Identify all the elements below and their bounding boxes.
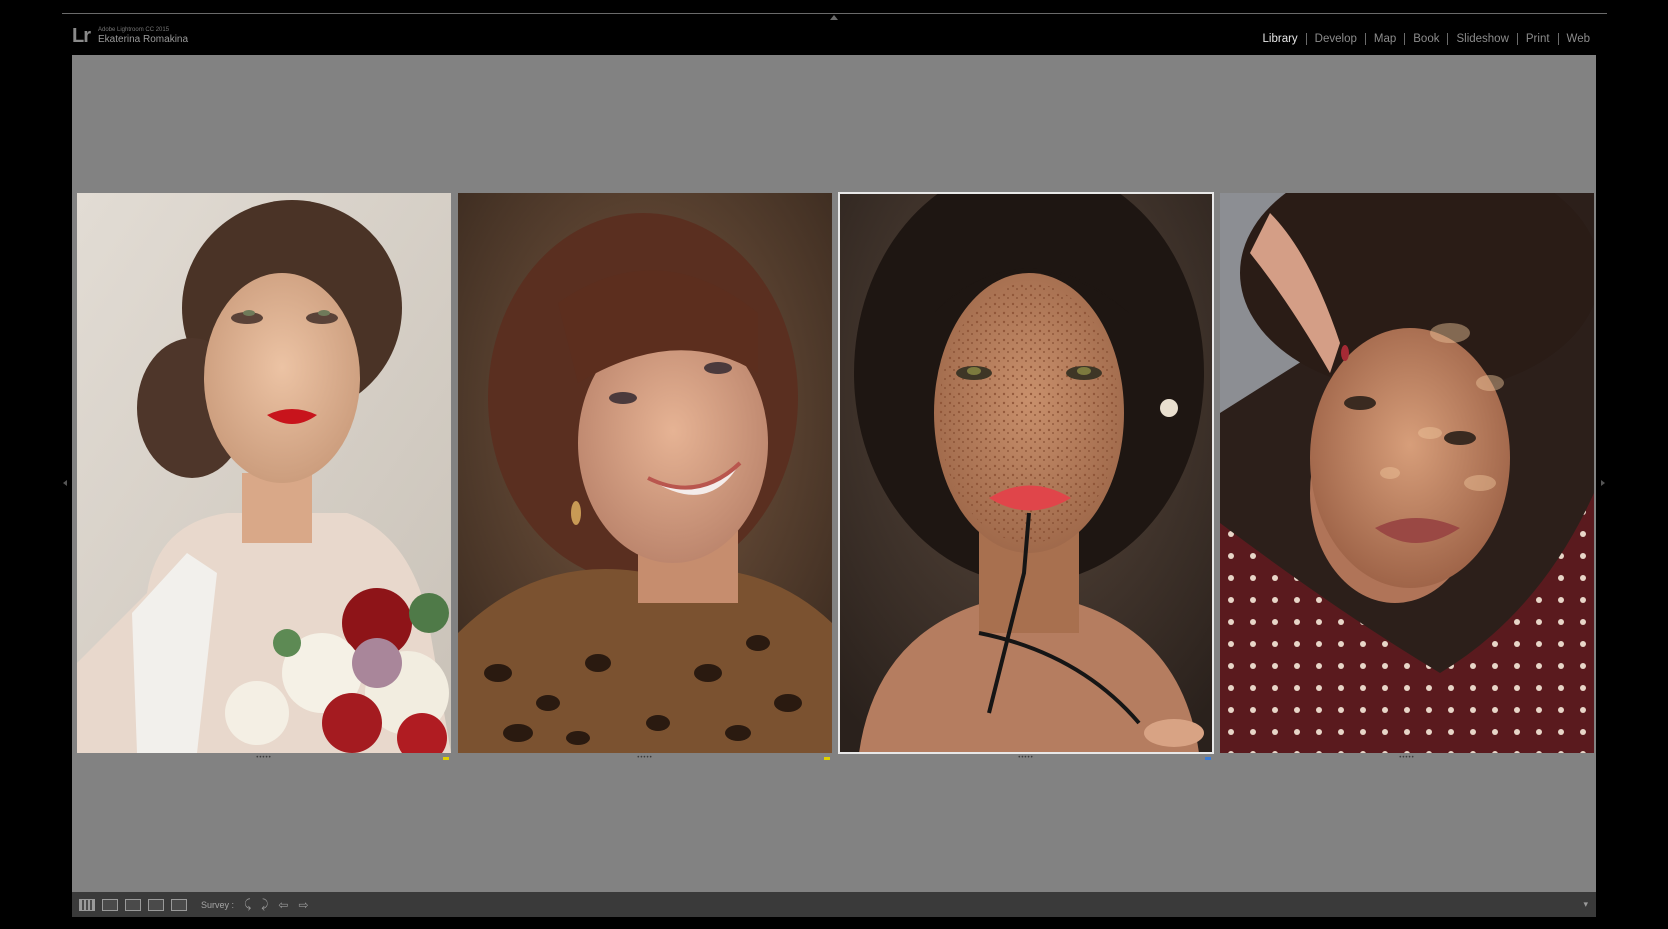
grid-view-icon[interactable] xyxy=(79,898,95,911)
right-panel-toggle-icon[interactable] xyxy=(1601,480,1605,486)
survey-grid: ••••• ••••• ••••• ••••• xyxy=(77,192,1594,818)
top-panel-toggle-icon[interactable] xyxy=(830,15,838,20)
previous-arrow-icon[interactable]: ⇦ xyxy=(278,898,288,912)
module-develop[interactable]: Develop xyxy=(1307,33,1365,45)
bottom-toolbar: Survey : ⤹ ⤸ ⇦ ⇨ ▾ xyxy=(72,892,1596,917)
survey-cell-3[interactable]: ••••• xyxy=(838,192,1214,818)
module-library[interactable]: Library xyxy=(1255,33,1306,45)
photo-bride-with-bouquet[interactable] xyxy=(77,193,451,753)
color-label-blue xyxy=(1205,757,1211,760)
module-slideshow[interactable]: Slideshow xyxy=(1448,33,1516,45)
toolbar-content-menu-icon[interactable]: ▾ xyxy=(1583,899,1588,910)
module-web[interactable]: Web xyxy=(1559,33,1598,45)
star-rating[interactable]: ••••• xyxy=(839,755,1213,761)
view-mode-label: Survey : xyxy=(201,899,235,910)
module-book[interactable]: Book xyxy=(1405,33,1447,45)
module-print[interactable]: Print xyxy=(1518,33,1558,45)
identity-text: Adobe Lightroom CC 2015 Ekaterina Romaki… xyxy=(98,26,188,46)
photo-woman-polka-dot[interactable] xyxy=(1220,193,1594,753)
module-picker: Library Develop Map Book Slideshow Print… xyxy=(1255,33,1598,45)
people-view-icon[interactable] xyxy=(171,898,187,911)
lightroom-logo: Lr xyxy=(72,25,91,47)
identity-plate: Lr Adobe Lightroom CC 2015 Ekaterina Rom… xyxy=(72,26,188,46)
user-name: Ekaterina Romakina xyxy=(98,34,189,45)
star-rating[interactable]: ••••• xyxy=(77,755,451,761)
star-rating[interactable]: ••••• xyxy=(458,755,832,761)
survey-cell-1[interactable]: ••••• xyxy=(77,193,451,818)
color-label-yellow xyxy=(443,757,449,760)
left-panel-toggle-icon[interactable] xyxy=(63,480,67,486)
module-map[interactable]: Map xyxy=(1366,33,1404,45)
rotate-right-icon[interactable]: ⤸ xyxy=(261,897,268,912)
survey-view-icon[interactable] xyxy=(148,898,164,911)
survey-cell-4[interactable]: ••••• xyxy=(1220,193,1594,818)
rotate-left-icon[interactable]: ⤹ xyxy=(244,897,251,912)
next-arrow-icon[interactable]: ⇨ xyxy=(298,898,308,912)
product-name: Adobe Lightroom CC 2015 xyxy=(98,27,170,33)
compare-view-icon[interactable] xyxy=(125,898,141,911)
color-label-yellow xyxy=(824,757,830,760)
survey-workspace: ••••• ••••• ••••• ••••• xyxy=(72,55,1596,892)
star-rating[interactable]: ••••• xyxy=(1220,755,1594,761)
photo-freckled-woman-glasses[interactable] xyxy=(838,192,1214,754)
top-panel-divider xyxy=(62,13,1607,14)
survey-cell-2[interactable]: ••••• xyxy=(458,193,832,818)
loupe-view-icon[interactable] xyxy=(102,898,118,911)
photo-smiling-woman-leopard[interactable] xyxy=(458,193,832,753)
